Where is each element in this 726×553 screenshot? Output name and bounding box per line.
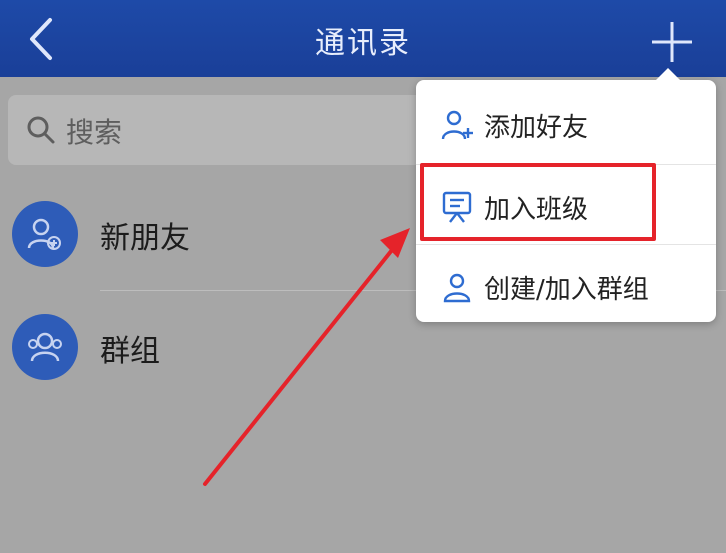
- menu-item-label: 添加好友: [484, 113, 589, 143]
- avatar: [12, 314, 78, 380]
- search-input[interactable]: 搜索: [8, 95, 478, 165]
- highlight-box: [420, 163, 656, 241]
- group-icon: [28, 332, 62, 362]
- top-nav-bar: 通讯录: [0, 0, 726, 77]
- avatar: [12, 201, 78, 267]
- list-item-label: 群组: [100, 334, 160, 369]
- page-title: 通讯录: [315, 26, 411, 61]
- group-icon: [443, 273, 471, 303]
- add-friend-icon: [441, 110, 473, 140]
- list-item-label: 新朋友: [100, 221, 190, 256]
- add-user-icon: [27, 218, 61, 250]
- menu-item-create-join-group[interactable]: 创建/加入群组: [416, 246, 716, 326]
- search-placeholder: 搜索: [66, 116, 123, 149]
- plus-icon: [652, 22, 692, 62]
- menu-separator: [416, 244, 716, 245]
- menu-item-label: 创建/加入群组: [484, 275, 649, 305]
- search-icon: [27, 116, 55, 144]
- menu-item-add-friend[interactable]: 添加好友: [416, 84, 716, 164]
- menu-caret: [656, 68, 680, 80]
- add-button[interactable]: [648, 18, 696, 66]
